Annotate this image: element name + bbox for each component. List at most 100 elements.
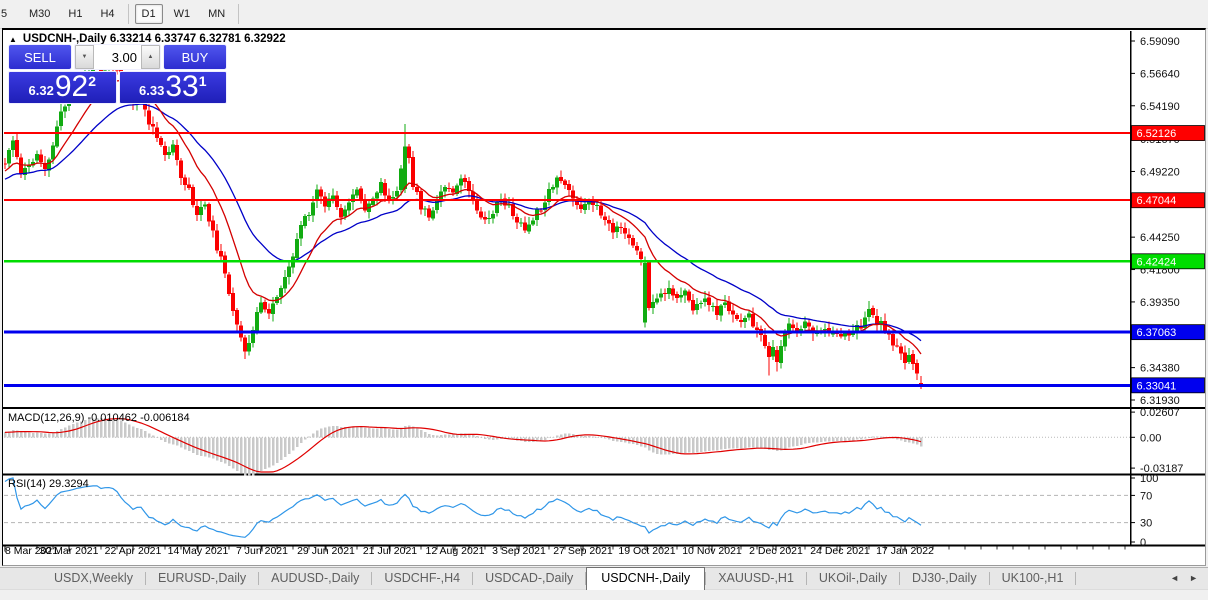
macd-bar [907, 437, 911, 443]
candle-body [563, 180, 567, 185]
macd-bar [335, 425, 339, 438]
candle-wick [852, 323, 854, 337]
candle-body [707, 297, 711, 306]
macd-bar [811, 437, 815, 443]
chart-tab-usdchf-h4[interactable]: USDCHF-,H4 [372, 568, 472, 589]
macd-bar [851, 437, 855, 441]
chart-tab-usdcad-daily[interactable]: USDCAD-,Daily [473, 568, 585, 589]
chart-tab-dj30-daily[interactable]: DJ30-,Daily [900, 568, 989, 589]
rsi-tick-label: 70 [1140, 490, 1152, 502]
chart-tab-eurusd-daily[interactable]: EURUSD-,Daily [146, 568, 258, 589]
timeframe-button-5[interactable]: 5 [0, 4, 18, 24]
timeframe-button-mn[interactable]: MN [201, 4, 232, 24]
macd-bar [23, 432, 27, 438]
macd-bar [231, 437, 235, 469]
date-label: 30 Mar 2021 [40, 545, 99, 557]
macd-bar [831, 437, 835, 442]
macd-bar [59, 429, 63, 438]
macd-bar [715, 437, 719, 451]
date-label: 19 Oct 2021 [618, 545, 675, 557]
price-badge-label: 6.33041 [1137, 380, 1177, 392]
chart-tab-uk100-h1[interactable]: UK100-,H1 [990, 568, 1076, 589]
tab-scroll-left-icon[interactable]: ◄ [1170, 573, 1179, 583]
price-tick-label: 6.49220 [1140, 166, 1180, 178]
macd-bar [803, 437, 807, 444]
collapse-panel-icon[interactable]: ▲ [9, 35, 17, 44]
candle-body [763, 334, 767, 347]
chart-canvas[interactable]: 6.590906.566406.541906.516706.492206.467… [3, 30, 1205, 565]
macd-bar [835, 437, 839, 442]
chart-tab-usdx-weekly[interactable]: USDX,Weekly [42, 568, 145, 589]
level-line-6.52126[interactable] [4, 132, 1130, 135]
level-line-6.37063[interactable] [4, 330, 1130, 334]
buy-button[interactable]: BUY [163, 44, 227, 70]
level-line-6.42424[interactable] [4, 260, 1130, 263]
candle-body [599, 205, 603, 216]
macd-bar [243, 437, 247, 476]
chart-tab-ukoil-daily[interactable]: UKOil-,Daily [807, 568, 899, 589]
macd-bar [759, 437, 763, 449]
candle-body [907, 354, 911, 363]
volume-input[interactable]: 3.00 [94, 45, 141, 69]
candle-body [703, 298, 707, 303]
candle-body [771, 347, 775, 357]
candle-body [55, 126, 59, 147]
panel-separator-0 [3, 407, 1205, 409]
macd-bar [207, 437, 211, 458]
macd-bar [259, 437, 263, 472]
date-minor-tick [1060, 546, 1062, 550]
candle-body [447, 188, 451, 190]
macd-bar [11, 430, 15, 438]
date-minor-tick [1076, 546, 1078, 550]
level-line-6.47044[interactable] [4, 199, 1130, 202]
macd-bar [303, 437, 307, 440]
sell-button[interactable]: SELL [8, 44, 72, 70]
macd-bar [547, 437, 551, 439]
candle-wick [188, 177, 190, 191]
tab-scroll-right-icon[interactable]: ► [1189, 573, 1198, 583]
macd-bar [399, 428, 403, 438]
chart-tab-audusd-daily[interactable]: AUDUSD-,Daily [259, 568, 371, 589]
candle-body [831, 333, 835, 335]
buy-price-display[interactable]: 6.33 33 1 [118, 71, 227, 104]
candle-body [263, 302, 267, 310]
timeframe-button-h1[interactable]: H1 [61, 4, 89, 24]
candle-body [751, 313, 755, 327]
candle-body [555, 177, 559, 188]
volume-increase-icon[interactable]: ▲ [141, 45, 160, 69]
chart-tab-xauusd-h1[interactable]: XAUUSD-,H1 [706, 568, 806, 589]
rsi-tick [1130, 477, 1135, 479]
chart-tab-usdcnh-daily[interactable]: USDCNH-,Daily [586, 567, 706, 590]
timeframe-button-w1[interactable]: W1 [167, 4, 198, 24]
macd-bar [387, 428, 391, 438]
candle-body [479, 211, 483, 218]
candle-body [651, 302, 655, 308]
sell-price-big: 92 [54, 71, 89, 103]
price-tick [1130, 40, 1135, 42]
macd-bar [211, 437, 215, 459]
candle-body [203, 204, 207, 207]
price-tick-label: 6.59090 [1140, 36, 1180, 48]
macd-bar [595, 436, 599, 438]
candle-body [895, 345, 899, 347]
candle-body [159, 137, 163, 146]
macd-bar [815, 437, 819, 443]
candle-body [171, 144, 175, 153]
macd-bar [711, 437, 715, 451]
date-minor-tick [676, 546, 678, 550]
rsi-tick-label: 30 [1140, 518, 1152, 530]
candle-body [375, 192, 379, 199]
price-tick [1130, 367, 1135, 369]
sell-price-display[interactable]: 6.32 92 2 [8, 71, 117, 104]
candle-body [403, 146, 407, 189]
macd-bar [311, 433, 315, 438]
macd-bar [727, 437, 731, 449]
timeframe-button-d1[interactable]: D1 [134, 4, 163, 24]
timeframe-button-m30[interactable]: M30 [22, 4, 57, 24]
date-minor-tick [1044, 546, 1046, 550]
level-line-6.33041[interactable] [4, 383, 1130, 387]
timeframe-button-h4[interactable]: H4 [93, 4, 121, 24]
macd-tick [1130, 436, 1135, 438]
volume-decrease-icon[interactable]: ▼ [75, 45, 94, 69]
macd-bar [859, 437, 863, 440]
